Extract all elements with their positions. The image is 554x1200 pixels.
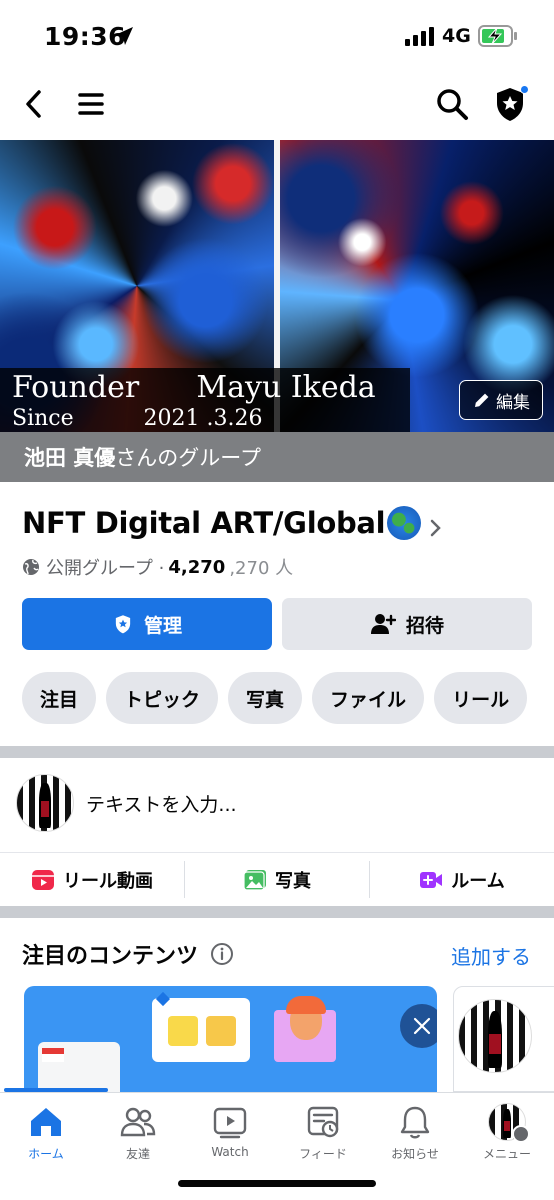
group-tab-chips: 注目 トピック 写真 ファイル リール (22, 672, 554, 724)
cellular-signal-icon (405, 27, 434, 46)
member-count[interactable]: 4,270 (168, 557, 225, 578)
search-icon[interactable] (434, 86, 470, 122)
tab-menu[interactable]: メニュー (461, 1103, 553, 1167)
pencil-icon (475, 393, 489, 407)
section-separator (0, 746, 554, 758)
status-bar: 19:36 4G (0, 0, 554, 72)
notification-dot (520, 85, 529, 94)
reel-video-button[interactable]: リール動画 (0, 853, 184, 906)
tab-home-label: ホーム (28, 1147, 64, 1161)
group-name[interactable]: NFT Digital ART/Global (22, 506, 422, 540)
close-icon (413, 1017, 431, 1035)
post-author-avatar (458, 999, 532, 1073)
reel-icon (32, 869, 54, 890)
tab-feeds-label: フィード (299, 1147, 347, 1161)
composer-actions: リール動画 写真 ルーム (0, 852, 554, 906)
home-icon (31, 1108, 61, 1136)
network-type: 4G (442, 25, 471, 47)
tab-friends-label: 友達 (125, 1147, 150, 1161)
illustration-hair (286, 996, 326, 1014)
dismiss-card-button[interactable] (400, 1004, 437, 1048)
chevron-right-icon[interactable] (428, 516, 442, 540)
post-composer-input[interactable]: テキストを入力... (86, 790, 237, 817)
group-privacy: 公開グループ · (46, 558, 165, 579)
invite-label: 招待 (405, 614, 444, 637)
cover-caption-founder: Founder Mayu Ikeda (12, 370, 376, 405)
globe-emoji-icon (387, 506, 422, 540)
tab-home[interactable]: ホーム (0, 1103, 92, 1167)
tab-watch[interactable]: Watch (184, 1103, 276, 1167)
illustration-plant-1 (168, 1016, 198, 1046)
owner-suffix: さんのグループ (115, 446, 262, 470)
tab-menu-label: メニュー (482, 1147, 531, 1161)
illustration-flag (42, 1048, 64, 1062)
member-count-faded: ,270 人 (229, 558, 294, 579)
group-meta: 公開グループ · 4,270 ,270 人 (22, 554, 293, 580)
back-chevron-icon[interactable] (20, 86, 48, 122)
user-avatar[interactable] (16, 774, 74, 832)
photo-label: 写真 (275, 870, 311, 892)
shield-star-icon (115, 615, 131, 634)
hamburger-menu-icon[interactable] (76, 88, 106, 120)
reel-video-label: リール動画 (63, 870, 153, 892)
featured-intro-card[interactable] (24, 986, 437, 1092)
cover-caption-since: Since 2021 .3.26 (12, 406, 263, 431)
admin-tools-button[interactable] (490, 84, 530, 124)
featured-title-text: 注目のコンテンツ (22, 944, 199, 969)
photo-icon (243, 869, 266, 891)
room-button[interactable]: ルーム (369, 861, 554, 898)
chip-files[interactable]: ファイル (312, 672, 425, 724)
illustration-plant-2 (206, 1016, 236, 1046)
info-icon[interactable] (210, 942, 234, 966)
location-arrow-icon (115, 27, 133, 45)
manage-label: 管理 (143, 614, 182, 637)
featured-post-card[interactable] (453, 986, 554, 1092)
cover-caption: Founder Mayu Ikeda Since 2021 .3.26 (0, 368, 410, 432)
watch-video-icon (213, 1107, 247, 1139)
chip-featured[interactable]: 注目 (22, 672, 97, 724)
chip-reels[interactable]: リール (434, 672, 528, 724)
chip-photos[interactable]: 写真 (228, 672, 303, 724)
featured-section-title: 注目のコンテンツ (22, 938, 234, 970)
owner-name[interactable]: 池田 真優 (24, 446, 115, 470)
home-indicator (178, 1180, 376, 1187)
chip-topics[interactable]: トピック (106, 672, 219, 724)
battery-charging-icon (478, 25, 517, 47)
tab-feeds[interactable]: フィード (277, 1103, 369, 1167)
add-featured-link[interactable]: 追加する (451, 941, 531, 970)
tab-watch-label: Watch (211, 1145, 249, 1159)
feeds-icon (307, 1106, 339, 1138)
tab-notifications[interactable]: お知らせ (369, 1103, 461, 1167)
add-person-icon (370, 614, 396, 634)
menu-badge-icon (512, 1125, 530, 1143)
tab-notifications-label: お知らせ (391, 1147, 439, 1161)
edit-cover-button[interactable]: 編集 (459, 380, 543, 420)
manage-button[interactable]: 管理 (22, 598, 272, 650)
group-cover-photo[interactable]: Founder Mayu Ikeda Since 2021 .3.26 編集 (0, 140, 554, 432)
group-name-text: NFT Digital ART/Global (22, 506, 386, 540)
photo-button[interactable]: 写真 (184, 861, 369, 898)
invite-button[interactable]: 招待 (282, 598, 532, 650)
bell-icon (400, 1106, 430, 1139)
public-globe-icon (23, 559, 39, 575)
section-separator (0, 906, 554, 918)
tab-friends[interactable]: 友達 (92, 1103, 184, 1167)
friends-icon (120, 1107, 156, 1137)
video-room-icon (420, 871, 443, 888)
menu-avatar (488, 1103, 530, 1143)
edit-cover-label: 編集 (496, 392, 530, 413)
group-owner-bar: 池田 真優さんのグループ (0, 432, 554, 482)
room-label: ルーム (451, 870, 505, 892)
top-navigation (0, 72, 554, 140)
